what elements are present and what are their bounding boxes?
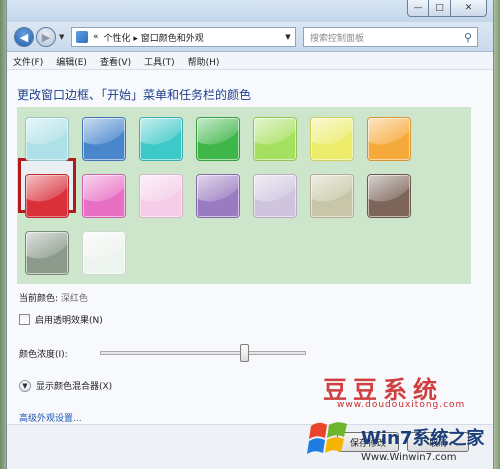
forward-button[interactable]: ▶ (36, 27, 56, 47)
transparency-option[interactable]: 启用透明效果(N) (19, 313, 103, 326)
page-title: 更改窗口边框、「开始」菜单和任务栏的颜色 (17, 88, 252, 102)
arrow-right-icon: ▶ (41, 30, 51, 44)
control-panel-icon (76, 31, 88, 43)
color-swatch-taupe[interactable] (310, 174, 354, 218)
search-placeholder: 搜索控制面板 (310, 33, 365, 44)
color-swatch-lemon[interactable] (310, 117, 354, 161)
color-swatch-twilight[interactable] (82, 117, 126, 161)
color-swatch-pumpkin[interactable] (367, 117, 411, 161)
color-swatch-sea[interactable] (139, 117, 183, 161)
menu-view[interactable]: 查看(V) (100, 55, 131, 68)
color-swatch-leaf[interactable] (196, 117, 240, 161)
color-swatch-chocolate[interactable] (367, 174, 411, 218)
address-path: 个性化 ▸ 窗口颜色和外观 (103, 33, 204, 44)
menu-help[interactable]: 帮助(H) (188, 55, 220, 68)
watermark-brand-text: Win7系统之家 (361, 427, 485, 449)
intensity-slider-thumb[interactable] (240, 344, 250, 362)
advanced-appearance-link[interactable]: 高级外观设置... (19, 411, 82, 424)
menu-bar: 文件(F) 编辑(E) 查看(V) 工具(T) 帮助(H) (7, 53, 493, 70)
color-swatch-sky[interactable] (25, 117, 69, 161)
search-input[interactable]: 搜索控制面板 ⚲ (303, 27, 478, 47)
address-prefix: « (93, 32, 99, 42)
current-color: 当前颜色: 深红色 (19, 291, 88, 304)
color-swatch-blush[interactable] (139, 174, 183, 218)
transparency-label: 启用透明效果(N) (35, 316, 103, 326)
watermark-brand: Win7系统之家 Www.Winwin7.com (361, 427, 485, 463)
address-bar[interactable]: « 个性化 ▸ 窗口颜色和外观 ▼ (71, 27, 296, 47)
current-color-value: 深红色 (60, 294, 88, 304)
intensity-slider-track[interactable] (100, 351, 306, 355)
chevron-down-icon: ▼ (19, 379, 31, 392)
intensity-label: 颜色浓度(I): (19, 350, 68, 360)
watermark-url: www.doudouxitong.com (337, 400, 466, 410)
chevron-down-icon[interactable]: ▼ (281, 33, 295, 41)
color-mixer-toggle[interactable]: ▼ 显示颜色混合器(X) (19, 379, 112, 392)
back-button[interactable]: ◀ (14, 27, 34, 47)
minimize-button[interactable]: — (407, 0, 429, 17)
transparency-checkbox[interactable] (19, 314, 30, 325)
maximize-button[interactable]: □ (429, 0, 451, 17)
color-swatch-lime[interactable] (253, 117, 297, 161)
color-mixer-label: 显示颜色混合器(X) (36, 382, 113, 392)
color-palette (17, 107, 471, 284)
color-swatch-ruby[interactable] (25, 174, 69, 218)
watermark-brand-url: Www.Winwin7.com (361, 452, 456, 463)
color-swatch-frost[interactable] (82, 231, 126, 275)
color-swatch-lavender[interactable] (253, 174, 297, 218)
color-swatch-slate[interactable] (25, 231, 69, 275)
title-bar: — □ ✕ (7, 0, 493, 22)
menu-edit[interactable]: 编辑(E) (56, 55, 87, 68)
close-button[interactable]: ✕ (451, 0, 487, 17)
recent-pages-dropdown[interactable]: ▼ (59, 33, 64, 41)
search-icon[interactable]: ⚲ (459, 31, 477, 44)
color-swatch-violet[interactable] (196, 174, 240, 218)
windows-logo-icon (307, 422, 347, 454)
window-buttons: — □ ✕ (407, 0, 487, 17)
window: — □ ✕ ◀ ▶ ▼ « 个性化 ▸ 窗口颜色和外观 ▼ 搜索控制面板 ⚲ 文… (6, 0, 494, 469)
menu-file[interactable]: 文件(F) (13, 55, 43, 68)
menu-tools[interactable]: 工具(T) (144, 55, 175, 68)
address-toolbar: ◀ ▶ ▼ « 个性化 ▸ 窗口颜色和外观 ▼ 搜索控制面板 ⚲ (7, 22, 493, 52)
color-swatch-fuchsia[interactable] (82, 174, 126, 218)
arrow-left-icon: ◀ (19, 30, 29, 44)
current-color-label: 当前颜色: (19, 294, 59, 304)
